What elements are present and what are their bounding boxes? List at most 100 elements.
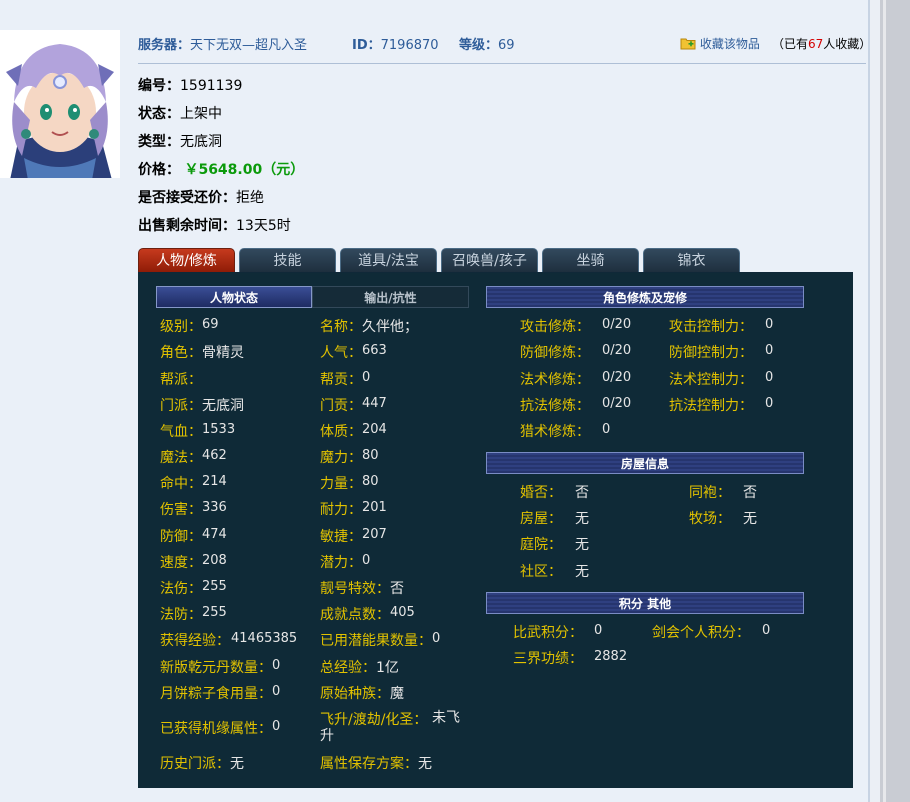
stat-value: 204 — [362, 422, 387, 437]
stat-label: 总经验： — [320, 660, 376, 676]
price-value: ￥5648.00（元） — [184, 162, 305, 178]
house-value: 无 — [575, 537, 589, 553]
folder-add-icon — [680, 38, 696, 50]
id-label: ID： — [352, 38, 381, 53]
panel-divider — [868, 0, 870, 802]
stat-value: 255 — [202, 605, 227, 620]
stat-value: 80 — [362, 448, 379, 463]
fav-count-prefix: （已有 — [772, 37, 809, 51]
stat-label: 速度： — [160, 555, 202, 571]
scrollbar-edge — [883, 0, 886, 802]
character-portrait-icon — [0, 30, 120, 178]
stat-label: 帮派： — [160, 372, 202, 388]
stat-value: 208 — [202, 553, 227, 568]
level-value: 69 — [498, 38, 515, 53]
price-row: 价格： ￥5648.00（元） — [138, 159, 304, 179]
house-value: 否 — [743, 485, 757, 501]
tab-skills[interactable]: 技能 — [239, 248, 336, 272]
house-value: 无 — [743, 511, 757, 527]
cultivation-label: 猎术修炼： — [520, 424, 590, 440]
stat-label: 角色： — [160, 345, 202, 361]
header-divider — [138, 63, 866, 64]
server-value: 天下无双—超凡入圣 — [190, 38, 308, 53]
control-label: 攻击控制力： — [669, 319, 753, 335]
bargain-value: 拒绝 — [236, 190, 264, 206]
bargain-label: 是否接受还价： — [138, 190, 236, 206]
stat-label: 原始种族： — [320, 686, 390, 702]
stat-value: 魔 — [390, 686, 404, 702]
stat-label: 敏捷： — [320, 529, 362, 545]
stat-value: 1533 — [202, 422, 236, 437]
serial-row: 编号：1591139 — [138, 75, 242, 95]
stat-value: 无 — [230, 756, 244, 772]
stat-value: 否 — [390, 581, 404, 597]
avatar — [0, 30, 120, 178]
points-value: 0 — [762, 623, 771, 638]
stat-label: 帮贡： — [320, 372, 362, 388]
stat-label: 级别： — [160, 319, 202, 335]
stat-label: 门贡： — [320, 398, 362, 414]
house-label: 庭院： — [520, 537, 562, 553]
points-header: 积分 其他 — [486, 592, 804, 614]
stat-value: 0 — [272, 658, 281, 673]
level-label: 等级： — [459, 38, 499, 53]
time-label: 出售剩余时间： — [138, 218, 236, 234]
stat-value: 336 — [202, 500, 227, 515]
favorite-button[interactable]: 收藏该物品 — [680, 35, 760, 52]
subtab-character-status[interactable]: 人物状态 — [156, 286, 312, 308]
stat-label: 气血： — [160, 424, 202, 440]
stat-label: 魔力： — [320, 450, 362, 466]
cultivation-label: 攻击修炼： — [520, 319, 590, 335]
cultivation-label: 防御修炼： — [520, 345, 590, 361]
id-value: 7196870 — [380, 38, 439, 53]
stat-value: 0 — [432, 631, 441, 646]
level-info: 等级：69 — [459, 34, 515, 53]
cultivation-value: 0 — [602, 422, 611, 437]
stat-value: 未飞升 — [320, 710, 460, 744]
house-label: 牧场： — [689, 511, 731, 527]
points-label: 比武积分： — [513, 625, 583, 641]
control-label: 防御控制力： — [669, 345, 753, 361]
tab-items[interactable]: 道具/法宝 — [340, 248, 437, 272]
stat-label: 体质： — [320, 424, 362, 440]
subtab-output-resist[interactable]: 输出/抗性 — [312, 286, 469, 308]
house-label: 房屋： — [520, 511, 562, 527]
tab-outfits[interactable]: 锦衣 — [643, 248, 740, 272]
serial-label: 编号： — [138, 78, 180, 94]
stat-value: 0 — [362, 370, 371, 385]
status-label: 状态： — [138, 106, 180, 122]
stat-label: 力量： — [320, 476, 362, 492]
stat-value: 0 — [272, 684, 281, 699]
house-label: 社区： — [520, 564, 562, 580]
stat-label: 伤害： — [160, 502, 202, 518]
id-info: ID：7196870 — [352, 34, 439, 53]
control-label: 抗法控制力： — [669, 398, 753, 414]
stat-label: 靓号特效： — [320, 581, 390, 597]
stat-value: 214 — [202, 474, 227, 489]
house-label: 同袍： — [689, 485, 731, 501]
control-label: 法术控制力： — [669, 372, 753, 388]
points-value: 2882 — [594, 649, 628, 664]
favorite-count: （已有67人收藏） — [772, 35, 871, 52]
server-info: 服务器：天下无双—超凡入圣 — [138, 34, 307, 53]
tab-pets[interactable]: 召唤兽/孩子 — [441, 248, 538, 272]
stat-value: 405 — [390, 605, 415, 620]
stat-value: 久伴他； — [362, 319, 418, 335]
house-value: 否 — [575, 485, 589, 501]
tab-mounts[interactable]: 坐骑 — [542, 248, 639, 272]
control-value: 0 — [765, 317, 774, 332]
type-row: 类型：无底洞 — [138, 131, 222, 151]
stat-value: 201 — [362, 500, 387, 515]
stat-label: 命中： — [160, 476, 202, 492]
stat-label: 魔法： — [160, 450, 202, 466]
time-value: 13天5时 — [236, 218, 291, 234]
stat-value: 255 — [202, 579, 227, 594]
stat-label: 获得经验： — [160, 633, 230, 649]
favorite-label: 收藏该物品 — [699, 37, 760, 51]
stat-value: 207 — [362, 527, 387, 542]
type-value: 无底洞 — [180, 134, 222, 150]
control-value: 0 — [765, 396, 774, 411]
stat-value: 0 — [362, 553, 371, 568]
stat-value: 663 — [362, 343, 387, 358]
tab-character[interactable]: 人物/修炼 — [138, 248, 235, 272]
